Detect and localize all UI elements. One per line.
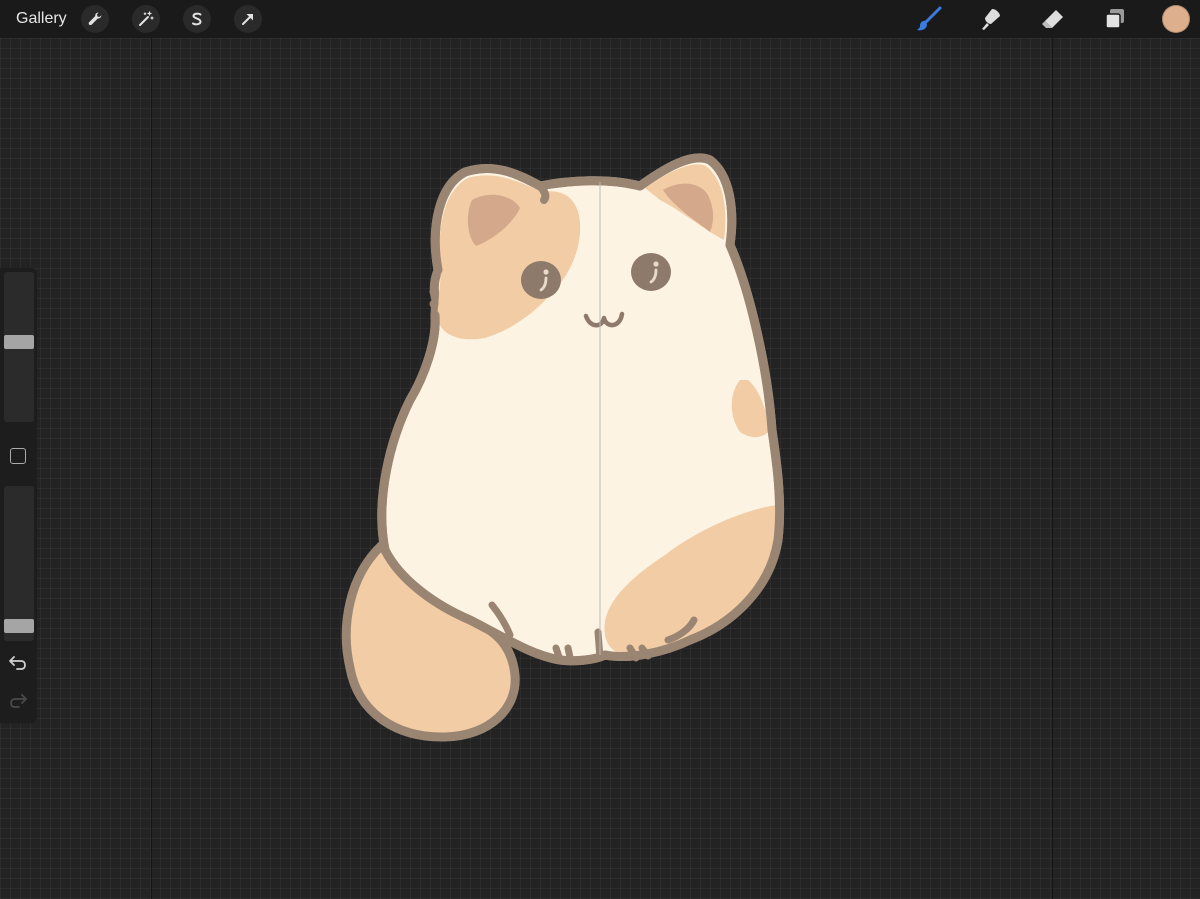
erase-tool-button[interactable] [1038, 4, 1068, 34]
layers-button[interactable] [1100, 4, 1130, 34]
transform-button[interactable] [233, 5, 262, 33]
smudge-icon [982, 9, 1000, 30]
magic-wand-icon [138, 11, 154, 26]
cat-artwork [341, 153, 785, 742]
redo-arrow-icon[interactable] [8, 692, 28, 710]
smudge-tool-button[interactable] [976, 4, 1006, 34]
brush-icon [917, 6, 942, 31]
brush-size-thumb[interactable] [4, 335, 34, 349]
actions-button[interactable] [80, 5, 109, 33]
arrow-cursor-icon [241, 14, 253, 25]
color-picker-button[interactable] [1162, 5, 1190, 33]
left-sidebar [0, 268, 37, 723]
brush-opacity-slider[interactable] [4, 486, 34, 641]
selection-button[interactable] [182, 5, 211, 33]
selection-s-icon [191, 12, 202, 26]
layers-icon [1105, 9, 1124, 29]
paint-tool-button[interactable] [914, 4, 944, 34]
right-toolbar [882, 0, 1192, 38]
brush-size-slider[interactable] [4, 272, 34, 422]
gallery-button[interactable]: Gallery [16, 10, 67, 28]
eraser-icon [1042, 10, 1063, 28]
brush-opacity-thumb[interactable] [4, 619, 34, 633]
top-toolbar: Gallery [0, 0, 1200, 38]
modify-button[interactable] [10, 448, 26, 464]
adjustments-button[interactable] [131, 5, 160, 33]
wrench-icon [88, 12, 102, 26]
undo-arrow-icon[interactable] [8, 654, 28, 672]
